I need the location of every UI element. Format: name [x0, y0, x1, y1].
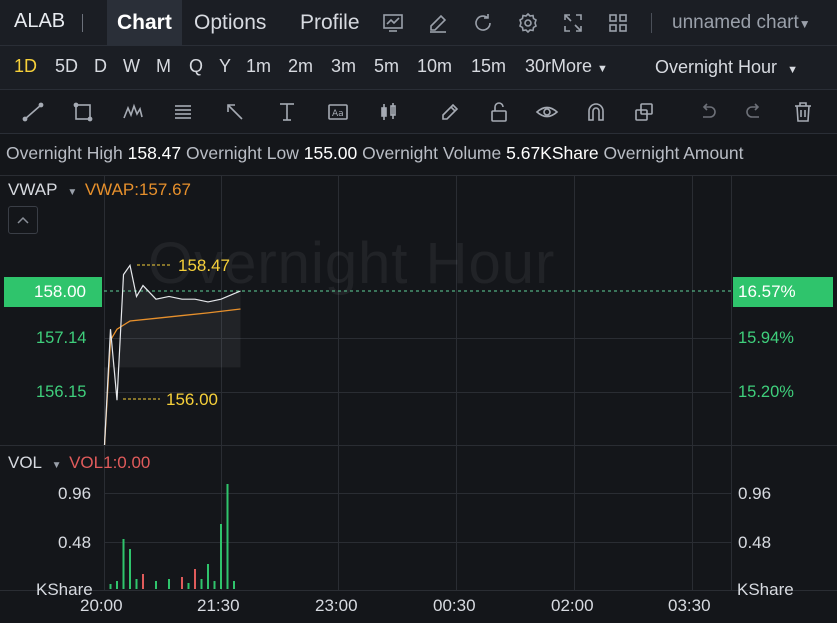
unlock-icon[interactable]	[487, 100, 511, 124]
interval-2m[interactable]: 2m	[288, 56, 313, 77]
tab-profile[interactable]: Profile	[290, 0, 370, 46]
rectangle-icon[interactable]	[71, 100, 95, 124]
brush-icon[interactable]	[438, 100, 462, 124]
more-intervals-dropdown[interactable]: More ▼	[551, 56, 608, 77]
eye-icon[interactable]	[535, 100, 559, 124]
overnight-low-label: Overnight Low	[186, 143, 299, 163]
overnight-volume-label: Overnight Volume	[362, 143, 502, 163]
volume-bar	[187, 583, 190, 589]
interval-5m[interactable]: 5m	[374, 56, 399, 77]
volume-bar	[213, 581, 216, 589]
volume-bar	[168, 579, 170, 589]
chart-name-dropdown[interactable]: unnamed chart▼	[672, 12, 811, 34]
chart-template-icon[interactable]	[381, 11, 405, 35]
candlestick-icon[interactable]	[377, 100, 401, 124]
tab-chart[interactable]: Chart	[107, 0, 182, 46]
caret-down-icon: ▼	[787, 64, 798, 76]
time-tick: 00:30	[433, 596, 476, 615]
fullscreen-icon[interactable]	[561, 11, 585, 35]
layout-grid-icon[interactable]	[606, 11, 630, 35]
time-tick: 20:00	[80, 596, 123, 615]
volume-bar	[181, 577, 183, 589]
interval-d[interactable]: D	[94, 56, 107, 77]
overnight-volume-value: 5.67KShare	[506, 143, 599, 163]
refresh-icon[interactable]	[471, 11, 495, 35]
interval-10m[interactable]: 10m	[417, 56, 452, 77]
interval-5d[interactable]: 5D	[55, 56, 78, 77]
top-bar: ALAB Chart Options Profile unnamed chart…	[0, 0, 837, 46]
volume-bar	[142, 574, 144, 589]
edit-icon[interactable]	[426, 11, 450, 35]
volume-bar	[194, 569, 196, 589]
session-dropdown[interactable]: Overnight Hour ▼	[655, 57, 798, 78]
volume-bar	[116, 581, 118, 589]
time-tick: 03:30	[668, 596, 711, 615]
trend-line-icon[interactable]	[21, 100, 45, 124]
volume-bar	[155, 581, 157, 589]
time-tick: 23:00	[315, 596, 358, 615]
interval-m[interactable]: M	[156, 56, 171, 77]
gear-icon[interactable]	[516, 11, 540, 35]
overnight-high-label: Overnight High	[6, 143, 123, 163]
volume-chart[interactable]	[0, 446, 837, 590]
caret-down-icon: ▼	[597, 63, 608, 75]
interval-1m[interactable]: 1m	[246, 56, 271, 77]
svg-text:Aa: Aa	[332, 109, 344, 119]
volume-bar	[109, 584, 112, 589]
overnight-low-value: 155.00	[303, 143, 358, 163]
price-area-fill	[104, 265, 241, 445]
volume-bar	[135, 579, 138, 589]
interval-q[interactable]: Q	[189, 56, 203, 77]
undo-icon[interactable]	[695, 100, 719, 124]
interval-y[interactable]: Y	[219, 56, 231, 77]
volume-bar	[207, 564, 209, 589]
divider	[651, 13, 652, 33]
time-tick: 02:00	[551, 596, 594, 615]
interval-30m[interactable]: 30r	[525, 56, 551, 77]
pattern-icon[interactable]	[121, 100, 145, 124]
time-tick: 21:30	[197, 596, 240, 615]
volume-bar	[233, 581, 235, 589]
price-chart[interactable]	[0, 175, 837, 445]
overnight-high-value: 158.47	[127, 143, 182, 163]
low-marker-label: 156.00	[166, 390, 218, 409]
overnight-stats: Overnight High 158.47 Overnight Low 155.…	[6, 143, 744, 164]
magnet-icon[interactable]	[584, 100, 608, 124]
volume-bar	[220, 524, 222, 589]
drawing-toolbar: Aa	[0, 90, 837, 134]
divider	[82, 14, 83, 32]
volume-bar	[129, 549, 131, 589]
time-axis-line	[0, 590, 837, 591]
volume-bar	[200, 579, 203, 589]
text-icon[interactable]: Aa	[326, 100, 350, 124]
high-marker-label: 158.47	[178, 256, 230, 275]
ticker-symbol[interactable]: ALAB	[14, 10, 65, 33]
interval-15m[interactable]: 15m	[471, 56, 506, 77]
session-label: Overnight Hour	[655, 57, 778, 77]
overnight-amount-label: Overnight Amount	[603, 143, 744, 163]
interval-w[interactable]: W	[123, 56, 140, 77]
layers-icon[interactable]	[632, 100, 656, 124]
interval-1d[interactable]: 1D	[14, 56, 37, 77]
interval-3m[interactable]: 3m	[331, 56, 356, 77]
volume-bar	[122, 539, 125, 589]
tab-options[interactable]: Options	[184, 0, 276, 46]
redo-icon[interactable]	[743, 100, 767, 124]
chart-name-label: unnamed chart	[672, 12, 799, 33]
fibonacci-icon[interactable]	[171, 100, 195, 124]
volume-bar	[226, 484, 229, 589]
caret-down-icon: ▼	[798, 17, 811, 31]
arrow-icon[interactable]	[223, 100, 247, 124]
interval-bar: 1D 5D D W M Q Y 1m 2m 3m 5m 10m 15m 30r …	[0, 46, 837, 90]
more-label: More	[551, 56, 593, 76]
price-range-icon[interactable]	[275, 100, 299, 124]
trash-icon[interactable]	[791, 100, 815, 124]
